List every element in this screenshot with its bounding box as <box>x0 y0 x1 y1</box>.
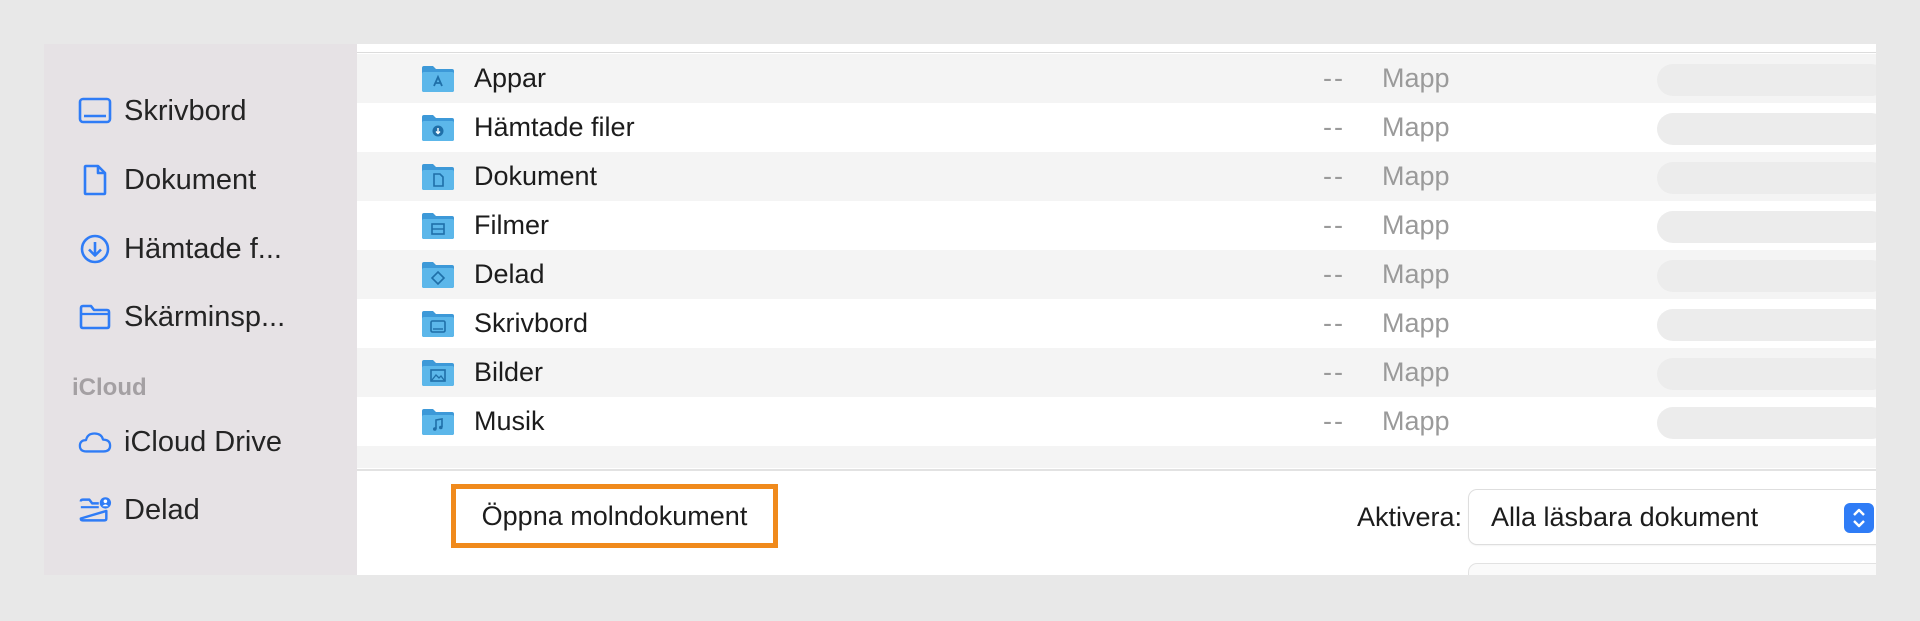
music-folder-icon <box>422 409 454 435</box>
placeholder-pill <box>1657 211 1876 243</box>
placeholder-pill <box>1657 162 1876 194</box>
file-size: -- <box>1323 210 1345 240</box>
sidebar-item-label: Delad <box>124 493 200 526</box>
open-dialog: Skrivbord Dokument Hämtade f... Skärmins… <box>44 44 1876 575</box>
file-kind: Mapp <box>1382 259 1450 289</box>
file-size: -- <box>1323 357 1345 387</box>
cloud-icon <box>78 425 112 459</box>
file-name: Hämtade filer <box>474 112 635 142</box>
file-name: Skrivbord <box>474 308 589 338</box>
placeholder-pill <box>1657 309 1876 341</box>
placeholder-pill <box>1657 358 1876 390</box>
enable-filter-value: Alla läsbara dokument <box>1491 501 1759 532</box>
file-row-filmer[interactable]: Filmer -- Mapp <box>357 201 1876 250</box>
sidebar-item-label: Skärminsp... <box>124 300 286 333</box>
file-size: -- <box>1323 406 1345 436</box>
file-kind: Mapp <box>1382 357 1450 387</box>
movies-folder-icon <box>422 213 454 239</box>
open-cloud-documents-button[interactable]: Öppna molndokument <box>451 484 778 548</box>
file-row-delad[interactable]: Delad -- Mapp <box>357 250 1876 299</box>
folder-icon <box>78 300 112 334</box>
sidebar-item-icloud-drive[interactable]: iCloud Drive <box>78 422 282 462</box>
placeholder-pill <box>1657 407 1876 439</box>
sidebar-section-icloud: iCloud <box>72 374 147 401</box>
file-row-appar[interactable]: Appar -- Mapp <box>357 54 1876 103</box>
sidebar-item-desktop[interactable]: Skrivbord <box>78 91 247 131</box>
file-kind: Mapp <box>1382 406 1450 436</box>
sidebar-item-screenshots[interactable]: Skärminsp... <box>78 297 285 337</box>
sidebar-item-downloads[interactable]: Hämtade f... <box>78 229 282 269</box>
placeholder-pill <box>1657 113 1876 145</box>
sidebar-item-shared[interactable]: Delad <box>78 490 200 530</box>
file-name: Musik <box>474 406 545 436</box>
applications-folder-icon <box>422 66 454 92</box>
file-kind: Mapp <box>1382 112 1450 142</box>
sidebar: Skrivbord Dokument Hämtade f... Skärmins… <box>44 44 357 575</box>
document-icon <box>78 163 112 197</box>
file-kind: Mapp <box>1382 210 1450 240</box>
secondary-select[interactable] <box>1469 564 1876 575</box>
file-size: -- <box>1323 161 1345 191</box>
footer-divider <box>357 469 1876 471</box>
download-icon <box>78 232 112 266</box>
file-size: -- <box>1323 63 1345 93</box>
file-name: Bilder <box>474 357 544 387</box>
shared-folder-icon <box>78 493 112 527</box>
file-name: Filmer <box>474 210 549 240</box>
sidebar-item-documents[interactable]: Dokument <box>78 160 256 200</box>
file-list-area: Appar -- Mapp Hämtade filer -- Mapp Doku… <box>357 44 1876 575</box>
file-kind: Mapp <box>1382 308 1450 338</box>
shared-folder-icon <box>422 262 454 288</box>
chevron-updown-icon <box>1844 503 1874 533</box>
file-name: Dokument <box>474 161 598 191</box>
file-kind: Mapp <box>1382 161 1450 191</box>
sidebar-item-label: Skrivbord <box>124 94 247 127</box>
file-kind: Mapp <box>1382 63 1450 93</box>
file-row-skrivbord[interactable]: Skrivbord -- Mapp <box>357 299 1876 348</box>
file-row-musik[interactable]: Musik -- Mapp <box>357 397 1876 446</box>
file-size: -- <box>1323 259 1345 289</box>
pictures-folder-icon <box>422 360 454 386</box>
file-name: Appar <box>474 63 547 93</box>
enable-filter-select[interactable]: Alla läsbara dokument <box>1469 490 1876 544</box>
sidebar-item-label: iCloud Drive <box>124 425 282 458</box>
downloads-folder-icon <box>422 115 454 141</box>
placeholder-pill <box>1657 260 1876 292</box>
sidebar-item-label: Dokument <box>124 163 257 196</box>
file-row-downloads[interactable]: Hämtade filer -- Mapp <box>357 103 1876 152</box>
documents-folder-icon <box>422 164 454 190</box>
file-size: -- <box>1323 112 1345 142</box>
placeholder-pill <box>1657 64 1876 96</box>
file-row-dokument[interactable]: Dokument -- Mapp <box>357 152 1876 201</box>
file-row-bilder[interactable]: Bilder -- Mapp <box>357 348 1876 397</box>
file-name: Delad <box>474 259 545 289</box>
desktop-folder-icon <box>422 311 454 337</box>
list-divider <box>357 52 1876 53</box>
enable-label: Aktivera: <box>1357 502 1463 532</box>
list-filler-row <box>357 446 1876 468</box>
sidebar-item-label: Hämtade f... <box>124 232 282 265</box>
desktop-icon <box>78 94 112 128</box>
file-size: -- <box>1323 308 1345 338</box>
